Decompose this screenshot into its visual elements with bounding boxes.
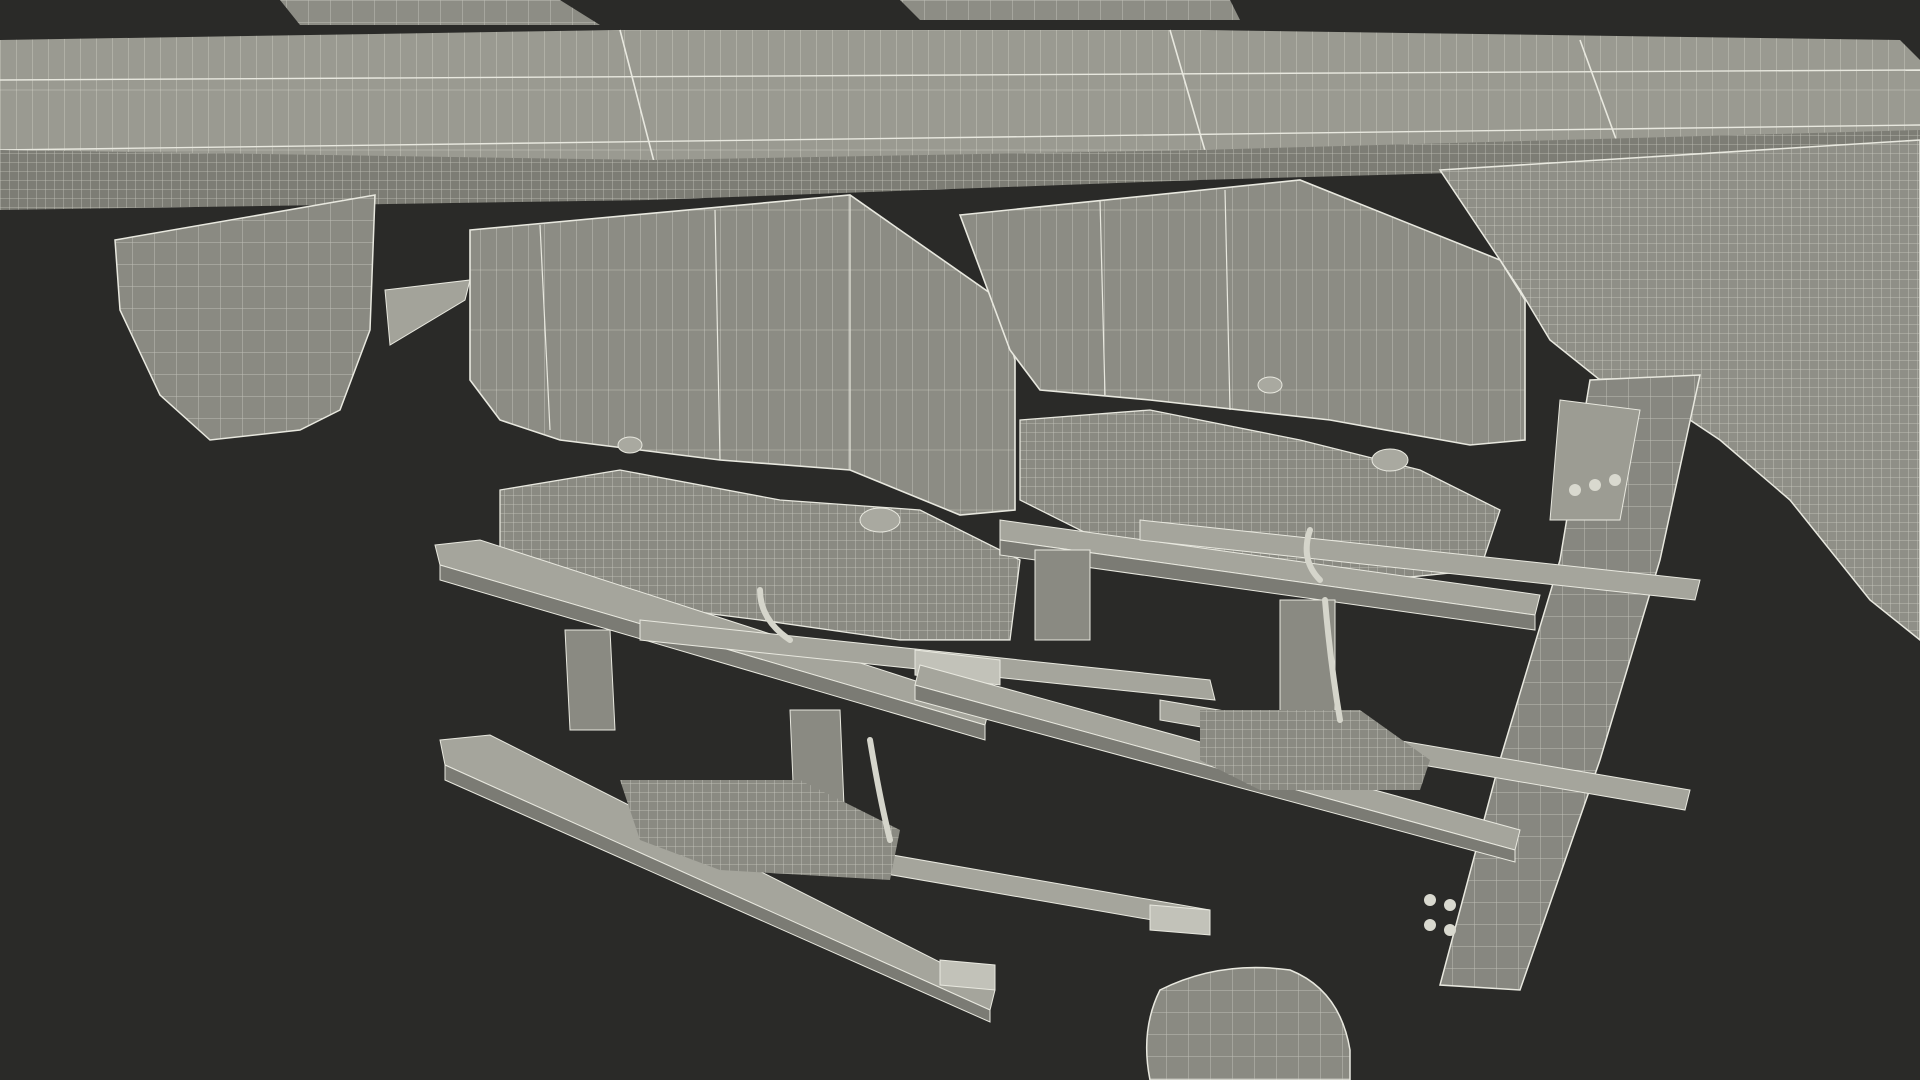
wireframe-render-scene (0, 0, 1920, 1080)
